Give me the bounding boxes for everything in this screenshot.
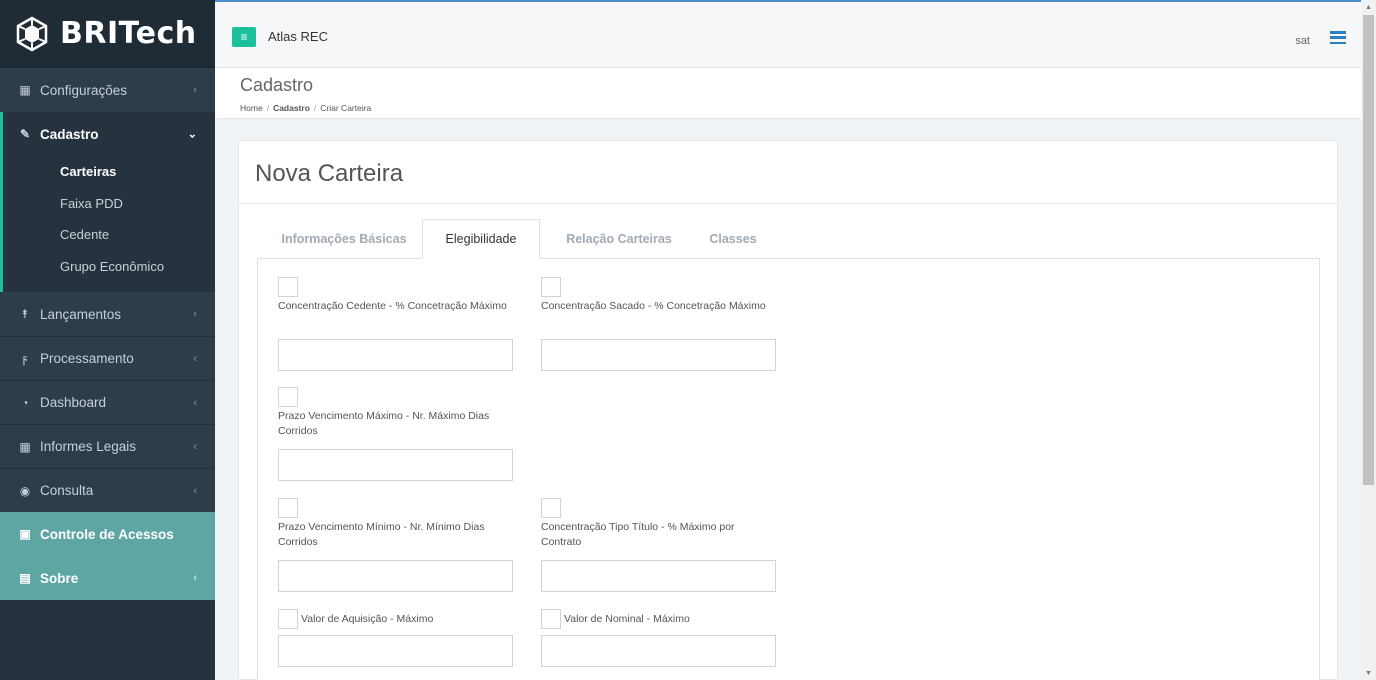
book-icon: ▤ (19, 571, 31, 585)
binoculars-icon: ◉ (19, 483, 31, 498)
prazo-vencimento-minimo-label: Prazo Vencimento Mínimo - Nr. Mínimo Dia… (278, 521, 485, 548)
pie-chart-icon: ◔ (21, 395, 29, 410)
concentracao-sacado-input[interactable] (541, 339, 776, 371)
menu-icon[interactable] (1330, 31, 1346, 44)
sidebar-item-label: Cadastro (40, 126, 99, 142)
breadcrumb: Home / Cadastro / Criar Carteira (240, 103, 372, 113)
field-group-concentracao-cedente: Concentração Cedente - % Concetração Máx… (278, 277, 514, 372)
tab-informacoes-basicas[interactable]: Informações Básicas (269, 219, 419, 259)
chevron-down-icon: ⌄ (187, 128, 197, 141)
sidebar-subitem-grupo-economico[interactable]: Grupo Econômico (3, 251, 215, 283)
logo-icon (16, 16, 48, 51)
chevron-left-icon: ‹ (193, 484, 197, 497)
menu-icon: ≡ (240, 30, 248, 44)
chevron-left-icon: ‹ (193, 84, 197, 96)
field-group-valor-aquisicao: Valor de Aquisição - Máximo (278, 609, 514, 669)
sidebar-item-label: Configurações (40, 82, 128, 98)
tab-relacao-carteiras[interactable]: Relação Carteiras (549, 219, 689, 259)
concentracao-sacado-label: Concentração Sacado - % Concetração Máxi… (541, 300, 766, 312)
valor-aquisicao-label: Valor de Aquisição - Máximo (301, 612, 434, 625)
chevron-left-icon: ‹ (193, 440, 197, 453)
breadcrumb-criar-carteira: Criar Carteira (320, 103, 372, 113)
scrollbar-thumb[interactable] (1363, 15, 1374, 485)
valor-nominal-checkbox[interactable] (541, 609, 561, 629)
card-title: Nova Carteira (255, 160, 404, 187)
concentracao-cedente-label: Concentração Cedente - % Concetração Máx… (278, 300, 507, 312)
sidebar-item-label: Lançamentos (40, 306, 122, 322)
scroll-up-arrow-icon[interactable]: ▲ (1361, 0, 1376, 14)
brand[interactable]: BRITech (0, 0, 215, 68)
valor-aquisicao-input[interactable] (278, 635, 513, 667)
concentracao-sacado-checkbox[interactable] (541, 277, 561, 297)
sidebar-item-controle-de-acessos[interactable]: ▣ Controle de Acessos (0, 512, 215, 556)
sidebar-item-label: Sobre (40, 570, 79, 586)
concentracao-tipo-titulo-input[interactable] (541, 560, 776, 592)
field-group-valor-nominal: Valor de Nominal - Máximo (541, 609, 777, 669)
divider (239, 203, 1337, 204)
sidebar-item-consulta[interactable]: ◉ Consulta ‹ (0, 468, 215, 512)
sidebar-subitem-cedente[interactable]: Cedente (3, 219, 215, 251)
prazo-vencimento-maximo-input[interactable] (278, 449, 513, 481)
concentracao-tipo-titulo-checkbox[interactable] (541, 498, 561, 518)
sidebar-subitem-faixa-pdd[interactable]: Faixa PDD (3, 188, 215, 220)
sidebar-item-sobre[interactable]: ▤ Sobre ‹ (0, 556, 215, 600)
sidebar-item-dashboard[interactable]: ◔ Dashboard ‹ (0, 380, 215, 424)
tab-classes[interactable]: Classes (697, 219, 769, 259)
valor-nominal-input[interactable] (541, 635, 776, 667)
breadcrumb-cadastro[interactable]: Cadastro (273, 103, 310, 113)
tab-elegibilidade[interactable]: Elegibilidade (422, 219, 540, 259)
scroll-down-arrow-icon[interactable]: ▼ (1361, 666, 1376, 680)
sidebar-toggle-button[interactable]: ≡ (232, 27, 256, 47)
brand-name: BRITech (60, 16, 197, 51)
cadastro-submenu: Carteiras Faixa PDD Cedente Grupo Econôm… (0, 156, 215, 292)
chevron-left-icon: ‹ (193, 396, 197, 409)
chevron-left-icon: ‹ (193, 308, 197, 320)
valor-aquisicao-checkbox[interactable] (278, 609, 298, 629)
concentracao-cedente-checkbox[interactable] (278, 277, 298, 297)
prazo-vencimento-minimo-input[interactable] (278, 560, 513, 592)
app-title: Atlas REC (268, 29, 328, 44)
chevron-left-icon: ‹ (193, 352, 197, 365)
breadcrumb-home[interactable]: Home (240, 103, 263, 113)
user-name[interactable]: sat (1295, 35, 1310, 47)
sidebar-item-label: Consulta (40, 483, 94, 498)
prazo-vencimento-maximo-label: Prazo Vencimento Máximo - Nr. Máximo Dia… (278, 410, 490, 437)
prazo-vencimento-minimo-checkbox[interactable] (278, 498, 298, 518)
page-scrollbar[interactable]: ▲ ▼ (1361, 0, 1376, 680)
field-group-concentracao-tipo-titulo: Concentração Tipo Título - % Máximo por … (541, 498, 777, 593)
tab-panel-elegibilidade: Concentração Cedente - % Concetração Máx… (257, 258, 1320, 680)
field-group-prazo-vencimento-maximo: Prazo Vencimento Máximo - Nr. Máximo Dia… (278, 387, 514, 482)
nova-carteira-card: Nova Carteira Informações Básicas Elegib… (238, 140, 1338, 680)
sidebar-item-configuracoes[interactable]: ▦ Configurações ‹ (0, 68, 215, 112)
sidebar-item-processamento[interactable]: ϝ Processamento ‹ (0, 336, 215, 380)
bolt-icon: ϝ (22, 351, 28, 366)
concentracao-cedente-input[interactable] (278, 339, 513, 371)
sidebar-item-lancamentos[interactable]: ⯭ Lançamentos ‹ (0, 292, 215, 336)
grid-icon: ▦ (19, 83, 31, 97)
sidebar-item-label: Informes Legais (40, 439, 137, 454)
concentracao-tipo-titulo-label: Concentração Tipo Título - % Máximo por … (541, 521, 735, 548)
topbar: ≡ Atlas REC sat (215, 0, 1361, 68)
valor-nominal-label: Valor de Nominal - Máximo (564, 612, 690, 625)
sidebar-item-cadastro[interactable]: ✎ Cadastro ⌄ (0, 112, 215, 156)
building-icon: ▦ (19, 439, 31, 454)
edit-icon: ✎ (19, 127, 31, 141)
lock-icon: ▣ (19, 527, 31, 541)
upload-icon: ⯭ (21, 306, 29, 321)
field-group-prazo-vencimento-minimo: Prazo Vencimento Mínimo - Nr. Mínimo Dia… (278, 498, 514, 593)
chevron-left-icon: ‹ (193, 572, 197, 584)
field-group-concentracao-sacado: Concentração Sacado - % Concetração Máxi… (541, 277, 777, 372)
page-header: Cadastro Home / Cadastro / Criar Carteira (215, 68, 1361, 119)
sidebar-item-label: Dashboard (40, 395, 107, 410)
prazo-vencimento-maximo-checkbox[interactable] (278, 387, 298, 407)
sidebar-item-label: Controle de Acessos (40, 526, 174, 542)
sidebar-item-informes-legais[interactable]: ▦ Informes Legais ‹ (0, 424, 215, 468)
sidebar: BRITech ▦ Configurações ‹ ✎ Cadastro ⌄ C… (0, 0, 215, 680)
page-title: Cadastro (240, 75, 314, 95)
sidebar-item-label: Processamento (40, 351, 134, 366)
sidebar-subitem-carteiras[interactable]: Carteiras (3, 156, 215, 188)
